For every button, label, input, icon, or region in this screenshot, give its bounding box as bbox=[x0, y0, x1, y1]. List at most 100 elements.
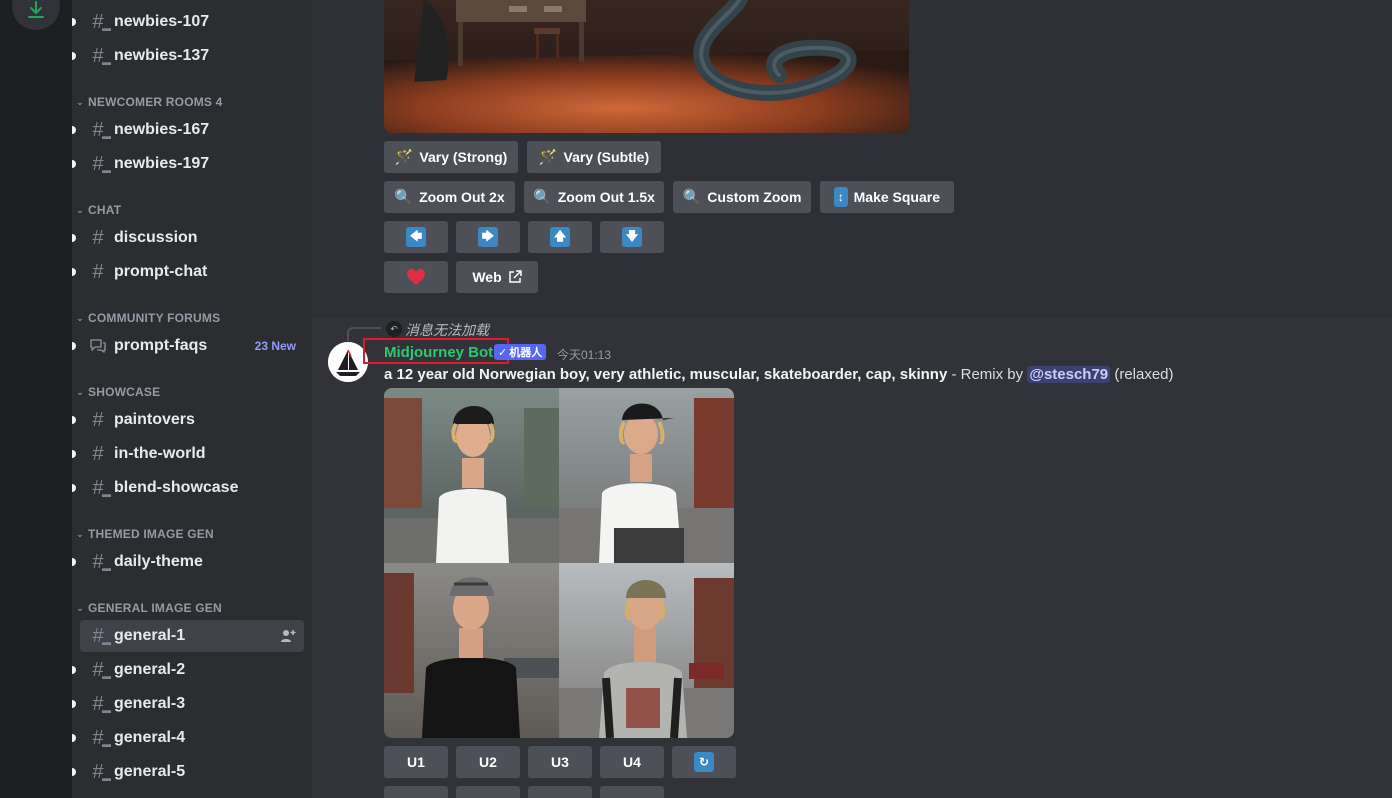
pan-left-button[interactable]: 🡄 bbox=[384, 221, 448, 253]
add-member-icon[interactable] bbox=[280, 628, 296, 644]
category-newcomer-rooms-4[interactable]: ⌄ NEWCOMER ROOMS 4 bbox=[72, 92, 312, 112]
heart-icon bbox=[407, 269, 425, 285]
variation-v2-button[interactable] bbox=[456, 786, 520, 798]
variation-v1-button[interactable] bbox=[384, 786, 448, 798]
chevron-down-icon: ⌄ bbox=[76, 386, 84, 397]
category-label: COMMUNITY FORUMS bbox=[88, 311, 221, 325]
unread-indicator bbox=[72, 734, 76, 742]
upscale-u4-button[interactable]: U4 bbox=[600, 746, 664, 778]
channel-newbies-107[interactable]: # ▬ newbies-107 bbox=[72, 6, 304, 38]
channel-in-the-world[interactable]: # in-the-world bbox=[72, 438, 304, 470]
avatar[interactable] bbox=[328, 342, 368, 382]
variation-v4-button[interactable] bbox=[600, 786, 664, 798]
channel-label: newbies-107 bbox=[114, 13, 210, 30]
button-label: U1 bbox=[407, 754, 425, 770]
button-label: U4 bbox=[623, 754, 641, 770]
unread-indicator bbox=[72, 52, 76, 60]
pan-down-button[interactable]: 🡇 bbox=[600, 221, 664, 253]
channel-general-1[interactable]: # ▬ general-1 bbox=[80, 620, 304, 652]
button-label: Custom Zoom bbox=[707, 189, 802, 205]
unread-indicator bbox=[72, 18, 76, 26]
channel-label: prompt-chat bbox=[114, 263, 208, 280]
category-general-image-gen[interactable]: ⌄ GENERAL IMAGE GEN bbox=[72, 598, 312, 618]
channel-label: in-the-world bbox=[114, 445, 206, 462]
remix-text: - Remix by bbox=[947, 366, 1028, 383]
forum-icon bbox=[88, 336, 108, 356]
category-chat[interactable]: ⌄ CHAT bbox=[72, 200, 312, 220]
magnifier-icon: 🔍 bbox=[394, 189, 414, 206]
channel-daily-theme[interactable]: # ▬ daily-theme bbox=[72, 546, 304, 578]
pan-up-button[interactable]: 🡅 bbox=[528, 221, 592, 253]
channel-label: general-4 bbox=[114, 729, 186, 746]
message-timestamp[interactable]: 今天01:13 bbox=[557, 346, 611, 363]
unread-indicator bbox=[72, 342, 76, 350]
category-community-forums[interactable]: ⌄ COMMUNITY FORUMS bbox=[72, 308, 312, 328]
thread-channel-icon: # ▬ bbox=[92, 550, 111, 574]
refresh-icon: ↻ bbox=[694, 752, 714, 772]
category-showcase[interactable]: ⌄ SHOWCASE bbox=[72, 382, 312, 402]
web-link-button[interactable]: Web bbox=[456, 261, 538, 293]
button-label: Zoom Out 2x bbox=[419, 189, 505, 205]
unread-indicator bbox=[72, 416, 76, 424]
reply-unavailable-text[interactable]: 消息无法加载 bbox=[405, 320, 489, 340]
custom-zoom-button[interactable]: 🔍 Custom Zoom bbox=[673, 181, 811, 213]
thread-channel-icon: # ▬ bbox=[92, 118, 111, 142]
channel-general-3[interactable]: # ▬ general-3 bbox=[72, 688, 304, 720]
arrow-up-icon: 🡅 bbox=[550, 227, 570, 247]
channel-label: daily-theme bbox=[114, 553, 203, 570]
button-label: Vary (Strong) bbox=[419, 149, 508, 165]
reroll-button[interactable]: ↻ bbox=[672, 746, 736, 778]
thread-channel-icon: # ▬ bbox=[92, 44, 111, 68]
channel-discussion[interactable]: # discussion bbox=[72, 222, 304, 254]
thread-channel-icon: # ▬ bbox=[92, 476, 111, 500]
channel-general-4[interactable]: # ▬ general-4 bbox=[72, 722, 304, 754]
channel-prompt-faqs[interactable]: prompt-faqs 23 New bbox=[72, 330, 304, 362]
up-down-arrow-icon: ↕ bbox=[834, 187, 848, 207]
channel-label: newbies-137 bbox=[114, 47, 210, 64]
vary-strong-button[interactable]: 🪄 Vary (Strong) bbox=[384, 141, 518, 173]
bot-badge: ✓ 机器人 bbox=[494, 344, 547, 360]
category-label: GENERAL IMAGE GEN bbox=[88, 601, 222, 615]
channel-label: newbies-197 bbox=[114, 155, 210, 172]
pan-right-button[interactable]: 🡆 bbox=[456, 221, 520, 253]
unread-indicator bbox=[72, 558, 76, 566]
zoom-out-1-5x-button[interactable]: 🔍 Zoom Out 1.5x bbox=[524, 181, 664, 213]
channel-general-2[interactable]: # ▬ general-2 bbox=[72, 654, 304, 686]
hash-icon: # bbox=[92, 260, 104, 283]
generated-image-grid[interactable] bbox=[384, 388, 734, 738]
arrow-left-icon: 🡄 bbox=[406, 227, 426, 247]
zoom-out-2x-button[interactable]: 🔍 Zoom Out 2x bbox=[384, 181, 515, 213]
vary-subtle-button[interactable]: 🪄 Vary (Subtle) bbox=[527, 141, 661, 173]
server-rail bbox=[0, 0, 72, 798]
channel-label: prompt-faqs bbox=[114, 337, 208, 354]
channel-label: blend-showcase bbox=[114, 479, 239, 496]
category-label: CHAT bbox=[88, 203, 122, 217]
channel-label: general-3 bbox=[114, 695, 186, 712]
upscale-u1-button[interactable]: U1 bbox=[384, 746, 448, 778]
generated-image-previous[interactable] bbox=[384, 0, 909, 133]
chat-area: 🪄 Vary (Strong) 🪄 Vary (Subtle) 🔍 Zoom O… bbox=[312, 0, 1392, 798]
channel-paintovers[interactable]: # paintovers bbox=[72, 404, 304, 436]
channel-general-5[interactable]: # ▬ general-5 bbox=[72, 756, 304, 788]
channel-prompt-chat[interactable]: # prompt-chat bbox=[72, 256, 304, 288]
upscale-u2-button[interactable]: U2 bbox=[456, 746, 520, 778]
category-label: NEWCOMER ROOMS 4 bbox=[88, 95, 223, 109]
favorite-button[interactable] bbox=[384, 261, 448, 293]
channel-newbies-167[interactable]: # ▬ newbies-167 bbox=[72, 114, 304, 146]
channel-label: general-5 bbox=[114, 763, 186, 780]
channel-blend-showcase[interactable]: # ▬ blend-showcase bbox=[72, 472, 304, 504]
thread-channel-icon: # ▬ bbox=[92, 10, 111, 34]
variation-v3-button[interactable] bbox=[528, 786, 592, 798]
channel-newbies-137[interactable]: # ▬ newbies-137 bbox=[72, 40, 304, 72]
message-content: a 12 year old Norwegian boy, very athlet… bbox=[384, 366, 1174, 383]
user-mention[interactable]: @stesch79 bbox=[1027, 366, 1111, 383]
magic-wand-icon: 🪄 bbox=[538, 149, 558, 166]
upscale-u3-button[interactable]: U3 bbox=[528, 746, 592, 778]
channel-sidebar: # ▬ newbies-107 # ▬ newbies-137 ⌄ NEWCOMER… bbox=[72, 0, 312, 798]
category-themed-image-gen[interactable]: ⌄ THEMED IMAGE GEN bbox=[72, 524, 312, 544]
chevron-down-icon: ⌄ bbox=[76, 312, 84, 323]
make-square-button[interactable]: ↕ Make Square bbox=[820, 181, 954, 213]
download-apps-button[interactable] bbox=[12, 0, 60, 30]
thread-channel-icon: # ▬ bbox=[92, 624, 111, 648]
channel-newbies-197[interactable]: # ▬ newbies-197 bbox=[72, 148, 304, 180]
